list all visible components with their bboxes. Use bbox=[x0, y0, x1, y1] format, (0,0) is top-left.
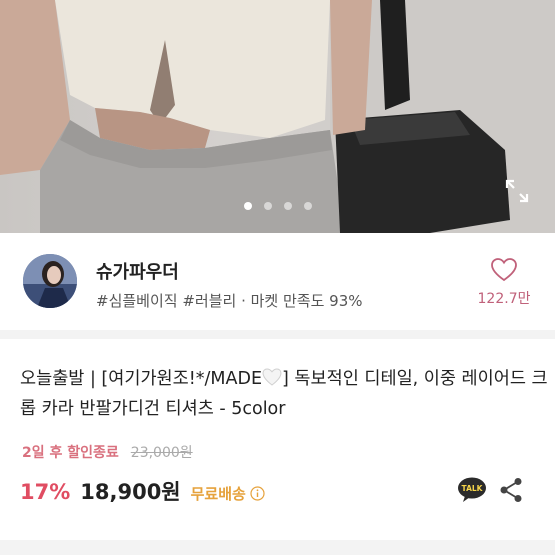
share-button[interactable] bbox=[499, 477, 523, 503]
product-title-part1: 오늘출발 | [여기가원조!*/MADE bbox=[20, 369, 263, 389]
like-button[interactable]: 122.7만 bbox=[466, 255, 542, 315]
avatar-image bbox=[23, 254, 77, 308]
product-title: 오늘출발 | [여기가원조!*/MADE] 독보적인 디테일, 이중 레이어드 … bbox=[20, 365, 550, 423]
expand-icon bbox=[505, 179, 529, 203]
discount-rate: 17% bbox=[20, 480, 71, 504]
talk-label: TALK bbox=[462, 484, 484, 493]
carousel-dot[interactable] bbox=[263, 202, 272, 210]
share-icon bbox=[500, 478, 522, 502]
seller-section: 슈가파우더 #심플베이직 #러블리 · 마켓 만족도 93% 122.7만 bbox=[0, 233, 555, 328]
heart-outline-icon bbox=[491, 258, 517, 282]
seller-avatar[interactable] bbox=[23, 254, 77, 308]
sale-price: 18,900원 bbox=[80, 480, 181, 504]
section-divider bbox=[0, 330, 555, 339]
kakao-talk-icon: TALK bbox=[458, 477, 486, 502]
free-shipping-label[interactable]: 무료배송 bbox=[191, 485, 246, 503]
price-row: 17% 18,900원 무료배송 bbox=[20, 476, 265, 506]
carousel-dot[interactable] bbox=[303, 202, 312, 210]
talk-button[interactable]: TALK bbox=[457, 477, 487, 503]
original-price: 23,000원 bbox=[130, 445, 193, 461]
expand-image-button[interactable] bbox=[503, 177, 531, 205]
carousel-dot[interactable] bbox=[283, 202, 292, 210]
bottom-divider bbox=[0, 540, 555, 555]
product-image[interactable] bbox=[0, 0, 555, 233]
discount-deadline: 2일 후 할인종료 23,000원 bbox=[22, 442, 193, 462]
like-count: 122.7만 bbox=[477, 291, 531, 307]
carousel-dot-active[interactable] bbox=[243, 202, 252, 210]
discount-end-label: 2일 후 할인종료 bbox=[22, 445, 119, 461]
info-icon[interactable] bbox=[250, 486, 265, 505]
white-heart-icon bbox=[262, 367, 282, 395]
shop-name[interactable]: 슈가파우더 bbox=[96, 258, 179, 284]
carousel-indicator bbox=[0, 195, 555, 210]
shop-tags: #심플베이직 #러블리 · 마켓 만족도 93% bbox=[96, 292, 363, 310]
